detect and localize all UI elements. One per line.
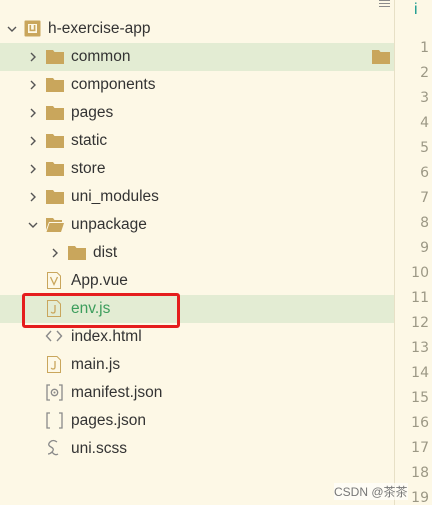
line-number: 4 [420, 115, 429, 131]
line-number: 16 [411, 415, 429, 431]
vue-file-icon [47, 272, 65, 290]
folder-open-icon [46, 217, 64, 235]
line-number: 7 [420, 190, 429, 206]
tree-item-uni-modules[interactable]: uni_modules [0, 183, 394, 211]
tree-item-label: components [71, 76, 156, 93]
folder-icon [46, 49, 64, 67]
manifest-file-icon [46, 384, 64, 402]
folder-icon [46, 133, 64, 151]
chevron-down-icon[interactable] [6, 23, 18, 35]
editor-tab-mark: i [414, 1, 418, 18]
menu-icon[interactable] [379, 0, 390, 7]
tree-item-label: uni_modules [71, 188, 159, 205]
tree-item-label: main.js [71, 356, 121, 373]
line-number: 8 [420, 215, 429, 231]
tree-item-label: uni.scss [71, 440, 127, 457]
tree-item-unpackage[interactable]: unpackage [0, 211, 394, 239]
project-icon [24, 20, 42, 38]
tree-item-app-vue[interactable]: App.vue [0, 267, 394, 295]
line-number: 13 [411, 340, 429, 356]
project-explorer: h-exercise-app common components pages s… [0, 0, 394, 505]
line-number: 18 [411, 465, 429, 481]
line-number: 12 [411, 315, 429, 331]
html-file-icon [45, 329, 63, 347]
tree-item-store[interactable]: store [0, 155, 394, 183]
chevron-right-icon[interactable] [27, 51, 39, 63]
watermark: CSDN @茶茶 [334, 483, 408, 500]
line-number: 6 [420, 165, 429, 181]
js-file-icon [47, 356, 65, 374]
tree-item-label: common [71, 48, 131, 65]
tree-item-components[interactable]: components [0, 71, 394, 99]
tree-item-label: pages.json [71, 412, 146, 429]
chevron-right-icon[interactable] [27, 79, 39, 91]
line-number: 3 [420, 90, 429, 106]
tree-item-uni-scss[interactable]: uni.scss [0, 435, 394, 463]
line-number: 17 [411, 440, 429, 456]
tree-item-label: App.vue [71, 272, 128, 289]
line-number: 14 [411, 365, 429, 381]
chevron-down-icon[interactable] [27, 219, 39, 231]
json-file-icon [46, 412, 64, 430]
chevron-right-icon[interactable] [49, 247, 61, 259]
tree-item-dist[interactable]: dist [0, 239, 394, 267]
highlight-annotation [22, 293, 180, 328]
project-name: h-exercise-app [48, 20, 151, 37]
tree-item-common[interactable]: common [0, 43, 394, 71]
tree-item-label: index.html [71, 328, 142, 345]
tree-item-label: unpackage [71, 216, 147, 233]
tree-item-label: pages [71, 104, 114, 121]
tree-item-label: manifest.json [71, 384, 163, 401]
line-number: 11 [411, 290, 429, 306]
folder-icon[interactable] [372, 49, 390, 65]
scss-file-icon [46, 439, 64, 457]
folder-icon [46, 105, 64, 123]
tree-item-pages[interactable]: pages [0, 99, 394, 127]
folder-icon [46, 161, 64, 179]
tree-item-label: dist [93, 244, 118, 261]
tree-item-label: store [71, 160, 106, 177]
tree-item-static[interactable]: static [0, 127, 394, 155]
editor-gutter: i 1 2 3 4 5 6 7 8 9 10 11 12 13 14 15 16… [395, 0, 432, 505]
line-number: 2 [420, 65, 429, 81]
chevron-right-icon[interactable] [27, 191, 39, 203]
tree-item-pages-json[interactable]: pages.json [0, 407, 394, 435]
tree-item-main-js[interactable]: main.js [0, 351, 394, 379]
folder-icon [46, 189, 64, 207]
line-number: 5 [420, 140, 429, 156]
line-number: 9 [420, 240, 429, 256]
folder-icon [68, 245, 86, 263]
line-number: 15 [411, 390, 429, 406]
project-root[interactable]: h-exercise-app [0, 15, 394, 43]
tree-item-label: static [71, 132, 108, 149]
line-number: 10 [411, 265, 429, 281]
tree-item-manifest-json[interactable]: manifest.json [0, 379, 394, 407]
chevron-right-icon[interactable] [27, 107, 39, 119]
chevron-right-icon[interactable] [27, 135, 39, 147]
line-number: 1 [420, 40, 429, 56]
chevron-right-icon[interactable] [27, 163, 39, 175]
folder-icon [46, 77, 64, 95]
